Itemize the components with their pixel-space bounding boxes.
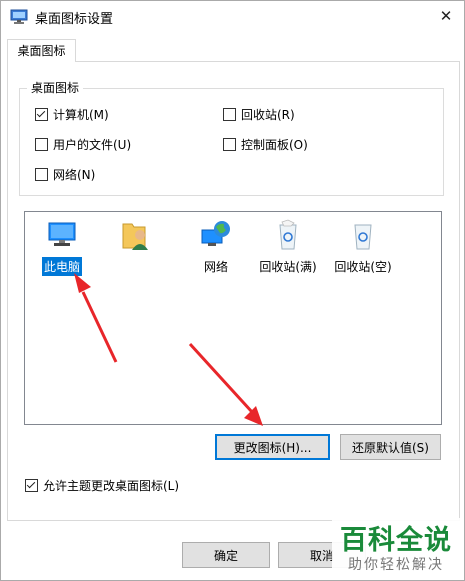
this-pc-icon xyxy=(48,222,76,246)
user-files-icon xyxy=(122,223,149,250)
checkbox-label: 用户的文件(U) xyxy=(53,137,132,152)
watermark-subtitle: 助你轻松解决 xyxy=(348,557,444,573)
close-button[interactable]: ✕ xyxy=(428,1,464,31)
recycle-bin-checkbox[interactable]: 回收站(R) xyxy=(223,106,295,122)
icon-item-network[interactable]: 网络 xyxy=(185,218,247,276)
change-icon-button[interactable]: 更改图标(H)... xyxy=(215,434,330,460)
icon-label: 网络 xyxy=(203,260,228,274)
icon-label xyxy=(156,250,160,252)
recycle-bin-full-icon xyxy=(279,219,297,250)
network-checkbox[interactable]: 网络(N) xyxy=(35,166,95,182)
checkbox-box[interactable] xyxy=(35,137,48,151)
icon-label: 回收站(满) xyxy=(259,260,317,274)
checkbox-label: 计算机(M) xyxy=(53,107,109,122)
icon-label: 回收站(空) xyxy=(334,260,392,274)
window-title: 桌面图标设置 xyxy=(35,12,114,27)
title-bar[interactable]: 桌面图标设置 ✕ xyxy=(1,1,464,33)
icon-item-user-files[interactable] xyxy=(108,218,170,255)
checkbox-label: 网络(N) xyxy=(53,167,96,182)
network-icon xyxy=(201,221,230,246)
watermark-title: 百科全说 xyxy=(340,525,452,556)
checkbox-label: 允许主题更改桌面图标(L) xyxy=(43,478,180,493)
tab-desktop-icons[interactable]: 桌面图标 xyxy=(7,39,76,62)
checkbox-label: 控制面板(O) xyxy=(241,137,308,152)
restore-default-button[interactable]: 还原默认值(S) xyxy=(340,434,441,460)
dialog-window: 桌面图标设置 ✕ 桌面图标 桌面图标 计算机(M) 回收站(R) 用户的文件(U… xyxy=(0,0,465,581)
checkbox-box[interactable] xyxy=(223,137,236,151)
recycle-bin-empty-icon xyxy=(354,224,372,250)
group-title: 桌面图标 xyxy=(27,79,84,96)
allow-themes-checkbox[interactable]: 允许主题更改桌面图标(L) xyxy=(25,477,179,493)
icon-item-this-pc[interactable]: 此电脑 xyxy=(31,218,93,276)
icon-list[interactable]: 此电脑 网络 回收站(满) 回收站(空) xyxy=(24,211,442,425)
checkbox-box[interactable] xyxy=(35,167,48,181)
ok-button[interactable]: 确定 xyxy=(182,542,270,568)
computer-checkbox[interactable]: 计算机(M) xyxy=(35,106,109,122)
checkbox-box[interactable] xyxy=(35,107,48,121)
checkbox-label: 回收站(R) xyxy=(241,107,295,122)
watermark: 百科全说 助你轻松解决 xyxy=(332,518,462,578)
checkbox-box[interactable] xyxy=(25,478,38,492)
control-panel-checkbox[interactable]: 控制面板(O) xyxy=(223,136,308,152)
user-files-checkbox[interactable]: 用户的文件(U) xyxy=(35,136,131,152)
icon-item-recycle-empty[interactable]: 回收站(空) xyxy=(332,218,394,276)
icon-label: 此电脑 xyxy=(41,257,82,276)
checkbox-box[interactable] xyxy=(223,107,236,121)
icon-item-recycle-full[interactable]: 回收站(满) xyxy=(257,218,319,276)
desktop-settings-icon xyxy=(10,9,28,24)
